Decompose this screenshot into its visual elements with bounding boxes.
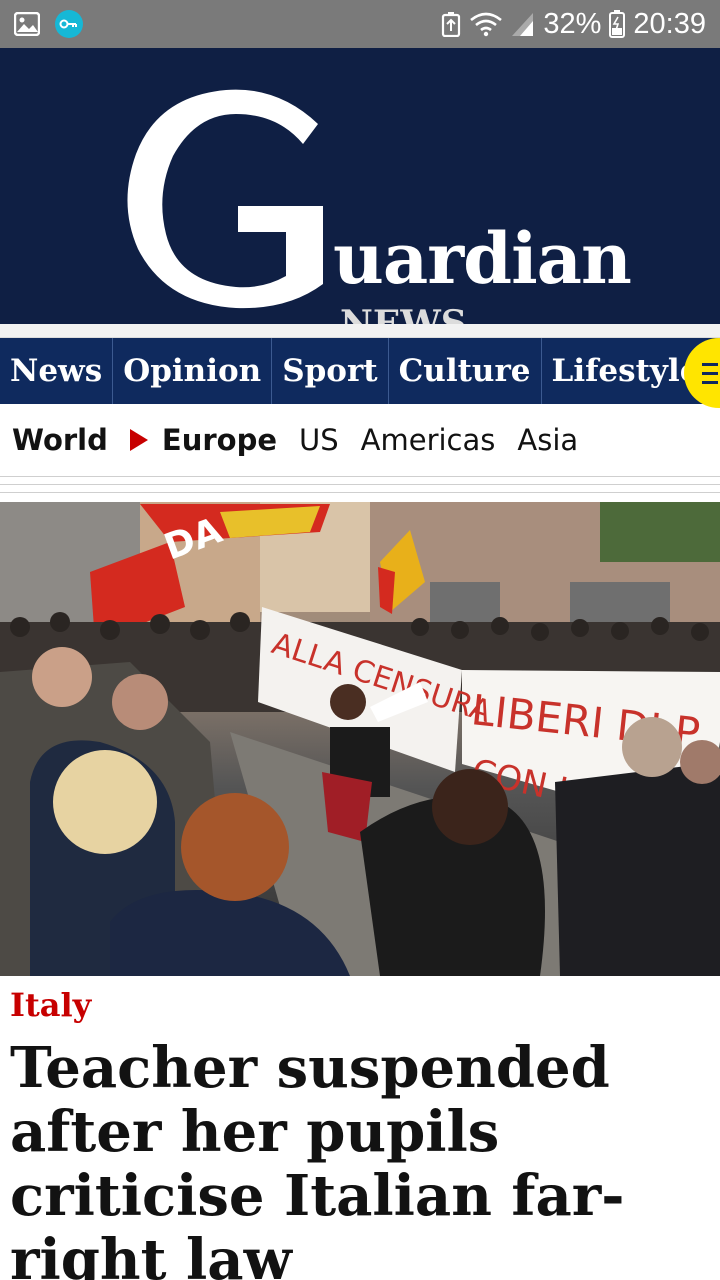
- subnav-item-americas[interactable]: Americas: [361, 423, 496, 457]
- signal-icon: [511, 11, 535, 37]
- status-right: 32% 20:39: [441, 8, 706, 41]
- wifi-icon: [469, 10, 503, 38]
- nav-item-sport[interactable]: Sport: [272, 338, 389, 404]
- masthead: uardian NEWS: [0, 48, 720, 342]
- clock: 20:39: [633, 7, 706, 40]
- section-subnav: World Europe US Americas Asia: [0, 404, 720, 476]
- status-left-icons: [14, 9, 84, 39]
- arrow-right-icon: [129, 429, 148, 451]
- primary-nav: News Opinion Sport Culture Lifestyle: [0, 338, 720, 404]
- divider: [0, 492, 720, 493]
- guardian-logo[interactable]: uardian NEWS: [118, 84, 632, 342]
- status-bar: 32% 20:39: [0, 0, 720, 48]
- battery-saver-icon: [441, 11, 461, 37]
- gallery-icon: [14, 12, 40, 36]
- subnav-item-europe[interactable]: Europe: [162, 423, 277, 457]
- battery-percent: 32%: [543, 7, 602, 40]
- hamburger-icon: [702, 362, 718, 384]
- divider: [0, 484, 720, 485]
- vpn-key-icon: [54, 9, 84, 39]
- nav-item-news[interactable]: News: [0, 338, 114, 404]
- battery-icon: [609, 10, 626, 38]
- hero-image[interactable]: DA ALLA CENSURA LIBERI DI P CON LA N: [0, 502, 720, 976]
- logo-word: uardian: [333, 217, 632, 300]
- protest-photo: DA ALLA CENSURA LIBERI DI P CON LA N: [0, 502, 720, 976]
- subnav-item-us[interactable]: US: [299, 423, 339, 457]
- subnav-item-world[interactable]: World: [12, 423, 108, 457]
- logo-g-mark: [127, 89, 323, 309]
- masthead-divider: [0, 324, 720, 338]
- divider: [0, 476, 720, 477]
- nav-item-culture[interactable]: Culture: [389, 338, 542, 404]
- article-headline[interactable]: Teacher suspended after her pupils criti…: [10, 1036, 710, 1280]
- nav-item-opinion[interactable]: Opinion: [113, 338, 273, 404]
- article-kicker[interactable]: Italy: [10, 986, 91, 1024]
- subnav-item-asia[interactable]: Asia: [517, 423, 578, 457]
